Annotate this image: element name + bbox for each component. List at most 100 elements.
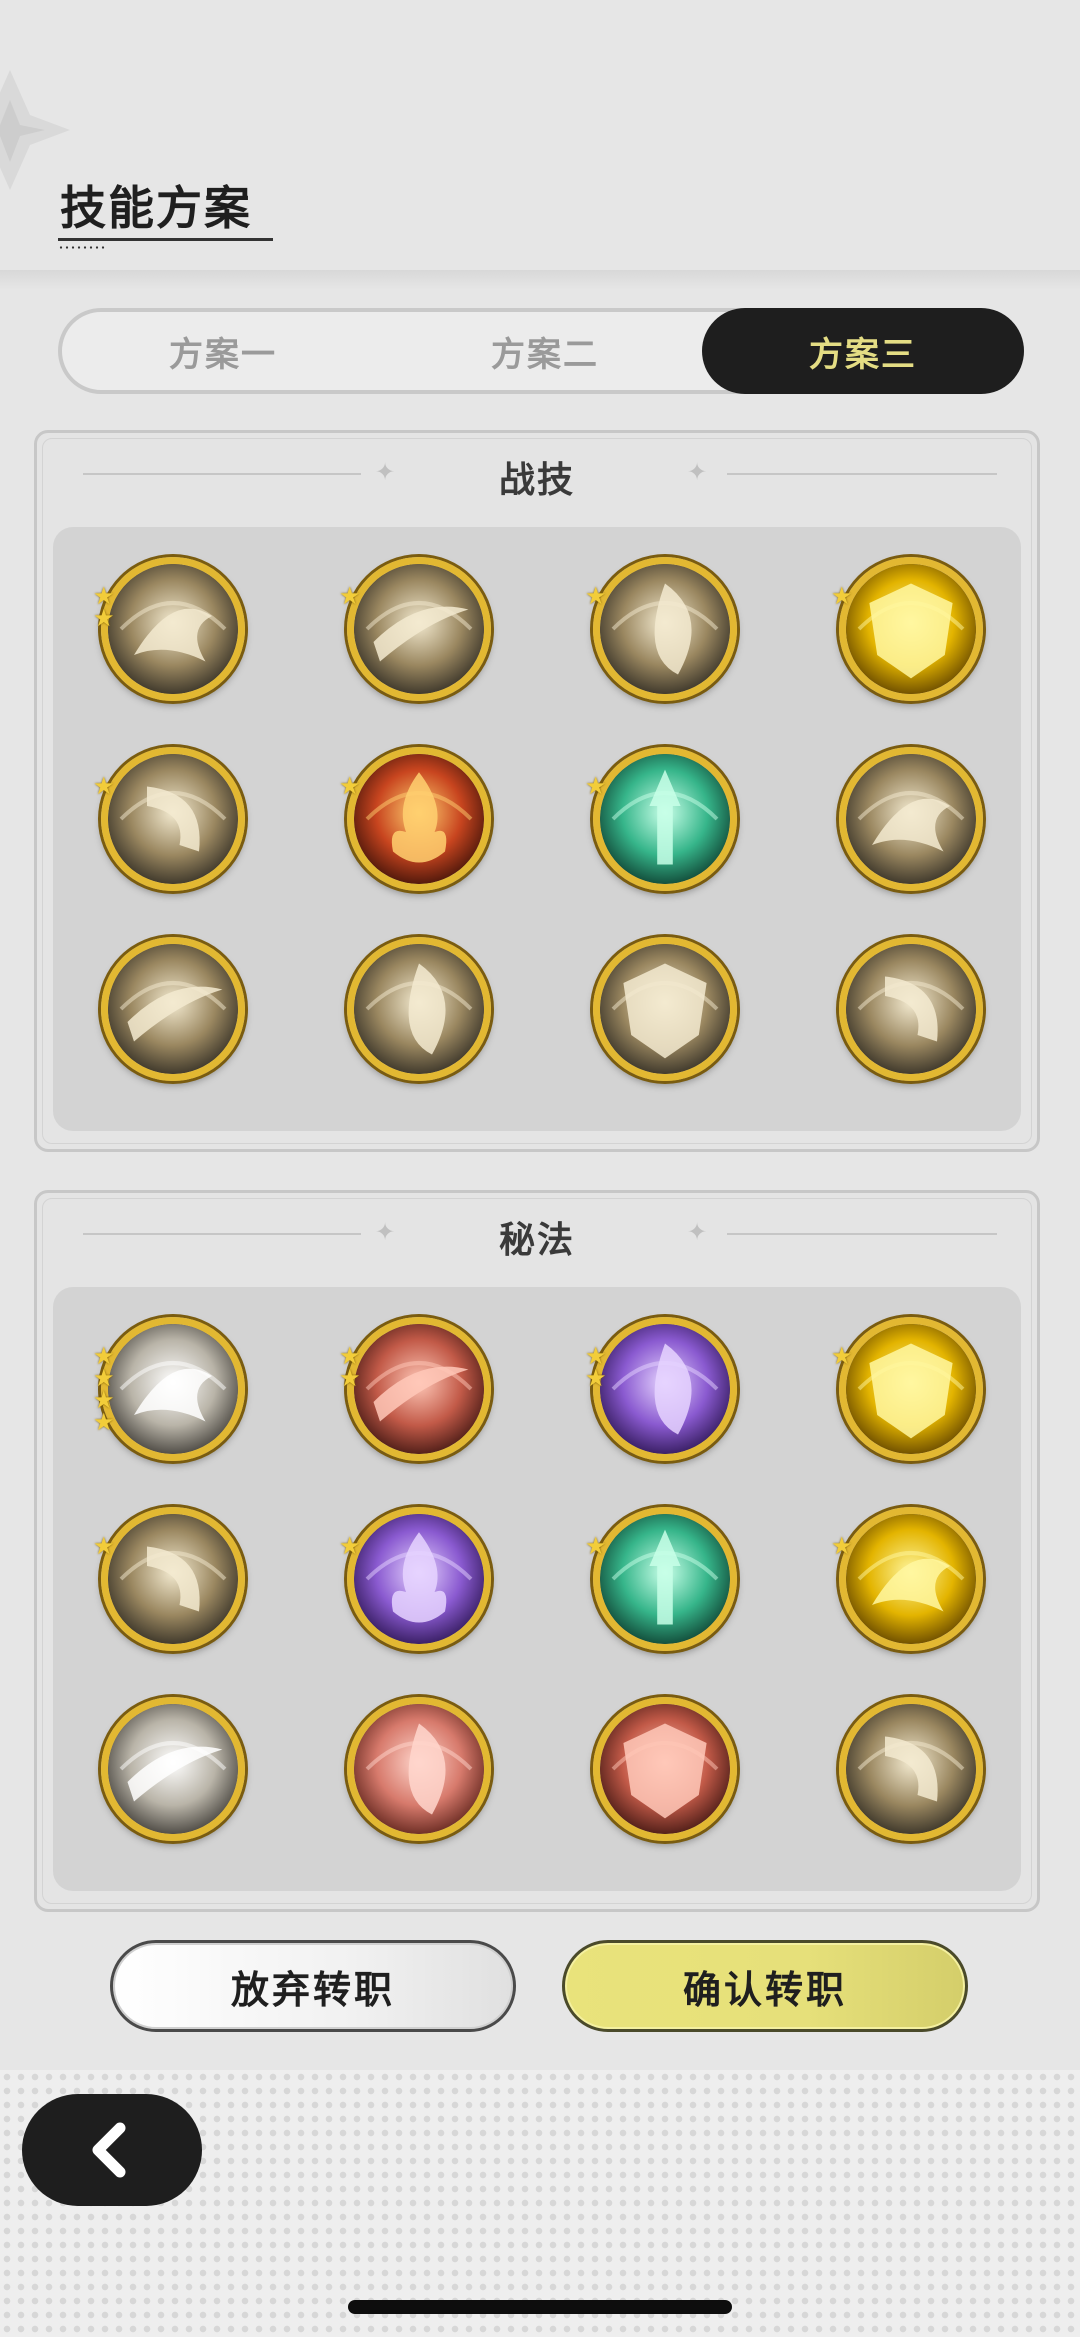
tab-plan-1[interactable]: 方案一: [62, 312, 384, 390]
star-icon: ★: [585, 582, 607, 610]
star-icon: ★: [831, 1532, 853, 1560]
star-rating: ★ ★: [585, 1344, 609, 1392]
green-aura-up-icon: [600, 754, 730, 884]
star-rating: ★: [585, 1532, 609, 1560]
combat-skill-7[interactable]: [593, 747, 737, 891]
star-icon: ★: [831, 1342, 853, 1370]
whirlwind-icon: [108, 944, 238, 1074]
star-rating: ★: [339, 582, 363, 610]
star-icon: ★: [585, 1532, 607, 1560]
combat-skills-panel: ✦ 战技 ✦ ★ ★ ★ ★ ★ ★ ★ ★: [34, 430, 1040, 1152]
red-fist-icon: [354, 1324, 484, 1454]
silver-crystal-icon: [108, 1704, 238, 1834]
combat-skill-4[interactable]: [839, 557, 983, 701]
title-line-right: [727, 473, 997, 475]
star-rating: ★: [339, 772, 363, 800]
red-sword-plus-icon: [354, 1704, 484, 1834]
arcane-skill-grid: ★ ★ ★ ★ ★ ★ ★ ★ ★ ★ ★ ★ ★: [53, 1287, 1021, 1891]
sparkle-icon: ✦: [686, 1218, 708, 1246]
pillar-burst-icon: [600, 944, 730, 1074]
star-icon: ★: [93, 772, 115, 800]
arcane-skill-8[interactable]: [839, 1507, 983, 1651]
arcane-skill-2[interactable]: [347, 1317, 491, 1461]
star-icon: ★: [585, 772, 607, 800]
bronze-beast-icon: [846, 1704, 976, 1834]
arcane-skill-10[interactable]: [347, 1697, 491, 1841]
star-rating: ★: [93, 1532, 117, 1560]
star-icon: ★: [339, 582, 361, 610]
star-rating: ★: [93, 772, 117, 800]
combat-skill-11[interactable]: [593, 937, 737, 1081]
star-icon: ★: [93, 1408, 115, 1436]
gold-compass-icon: [108, 1514, 238, 1644]
star-rating: ★: [831, 1532, 855, 1560]
arcane-skill-7[interactable]: [593, 1507, 737, 1651]
combat-skill-10[interactable]: [347, 937, 491, 1081]
star-icon: ★: [339, 1532, 361, 1560]
page-title: 技能方案: [60, 181, 252, 235]
arcane-skill-4[interactable]: [839, 1317, 983, 1461]
ground-explosion-icon: [354, 944, 484, 1074]
arcane-skill-3[interactable]: [593, 1317, 737, 1461]
star-rating: ★: [831, 1342, 855, 1370]
arcane-skill-1[interactable]: [101, 1317, 245, 1461]
combat-skill-9[interactable]: [101, 937, 245, 1081]
swirl-blade-icon: [600, 564, 730, 694]
claw-slash-icon: [108, 754, 238, 884]
gripping-hand-wind-icon: [108, 564, 238, 694]
back-button[interactable]: [22, 2094, 202, 2206]
arcane-skills-panel: ✦ 秘法 ✦ ★ ★ ★ ★ ★ ★ ★ ★ ★ ★ ★ ★ ★: [34, 1190, 1040, 1912]
chevron-left-icon: [92, 2122, 126, 2178]
tab-plan-2[interactable]: 方案二: [384, 312, 706, 390]
arcane-skill-12[interactable]: [839, 1697, 983, 1841]
star-icon: ★: [831, 582, 853, 610]
sword-burst-icon: [846, 754, 976, 884]
leaf-emblem-icon: [108, 1324, 238, 1454]
star-icon: ★: [93, 604, 115, 632]
golden-guardians-icon: [846, 1324, 976, 1454]
abandon-class-change-button[interactable]: 放弃转职: [110, 1940, 516, 2032]
star-icon: ★: [93, 1532, 115, 1560]
flame-icon: [354, 754, 484, 884]
combat-skill-1[interactable]: [101, 557, 245, 701]
home-indicator: [348, 2300, 732, 2314]
sparkle-icon: ✦: [686, 458, 708, 486]
combat-skill-grid: ★ ★ ★ ★ ★ ★ ★ ★: [53, 527, 1021, 1131]
star-rating: ★: [339, 1532, 363, 1560]
star-rating: ★: [585, 772, 609, 800]
header-divider: [0, 270, 1080, 290]
star-icon: ★: [585, 1364, 607, 1392]
arcane-skill-11[interactable]: [593, 1697, 737, 1841]
red-armor-icon: [600, 1704, 730, 1834]
golden-shield-up-icon: [846, 564, 976, 694]
title-line-right: [727, 1233, 997, 1235]
arcane-skill-6[interactable]: [347, 1507, 491, 1651]
plan-tabs: 方案一 方案二 方案三: [58, 308, 1024, 394]
combat-skill-12[interactable]: [839, 937, 983, 1081]
title-dots: [58, 246, 106, 249]
combat-skill-2[interactable]: [347, 557, 491, 701]
green-sword-icon: [600, 1514, 730, 1644]
confirm-class-change-button[interactable]: 确认转职: [562, 1940, 968, 2032]
star-icon: ★: [339, 772, 361, 800]
tab-plan-3[interactable]: 方案三: [702, 308, 1024, 394]
combat-skill-3[interactable]: [593, 557, 737, 701]
star-rating: ★: [831, 582, 855, 610]
title-underline: [58, 238, 273, 241]
star-rating: ★ ★: [339, 1344, 363, 1392]
combat-skill-6[interactable]: [347, 747, 491, 891]
star-icon: ★: [339, 1364, 361, 1392]
arcane-skill-9[interactable]: [101, 1697, 245, 1841]
combat-skill-8[interactable]: [839, 747, 983, 891]
star-rating: ★: [585, 582, 609, 610]
gold-heal-figure-icon: [846, 1514, 976, 1644]
wind-slash-icon: [354, 564, 484, 694]
combat-skill-5[interactable]: [101, 747, 245, 891]
arcane-skill-5[interactable]: [101, 1507, 245, 1651]
section-title-combat: 战技: [498, 460, 575, 501]
section-title-arcane: 秘法: [498, 1220, 575, 1261]
lightning-slash-icon: [846, 944, 976, 1074]
star-rating: ★ ★ ★ ★: [93, 1344, 117, 1436]
star-rating: ★ ★: [93, 584, 117, 632]
purple-beast-icon: [354, 1514, 484, 1644]
